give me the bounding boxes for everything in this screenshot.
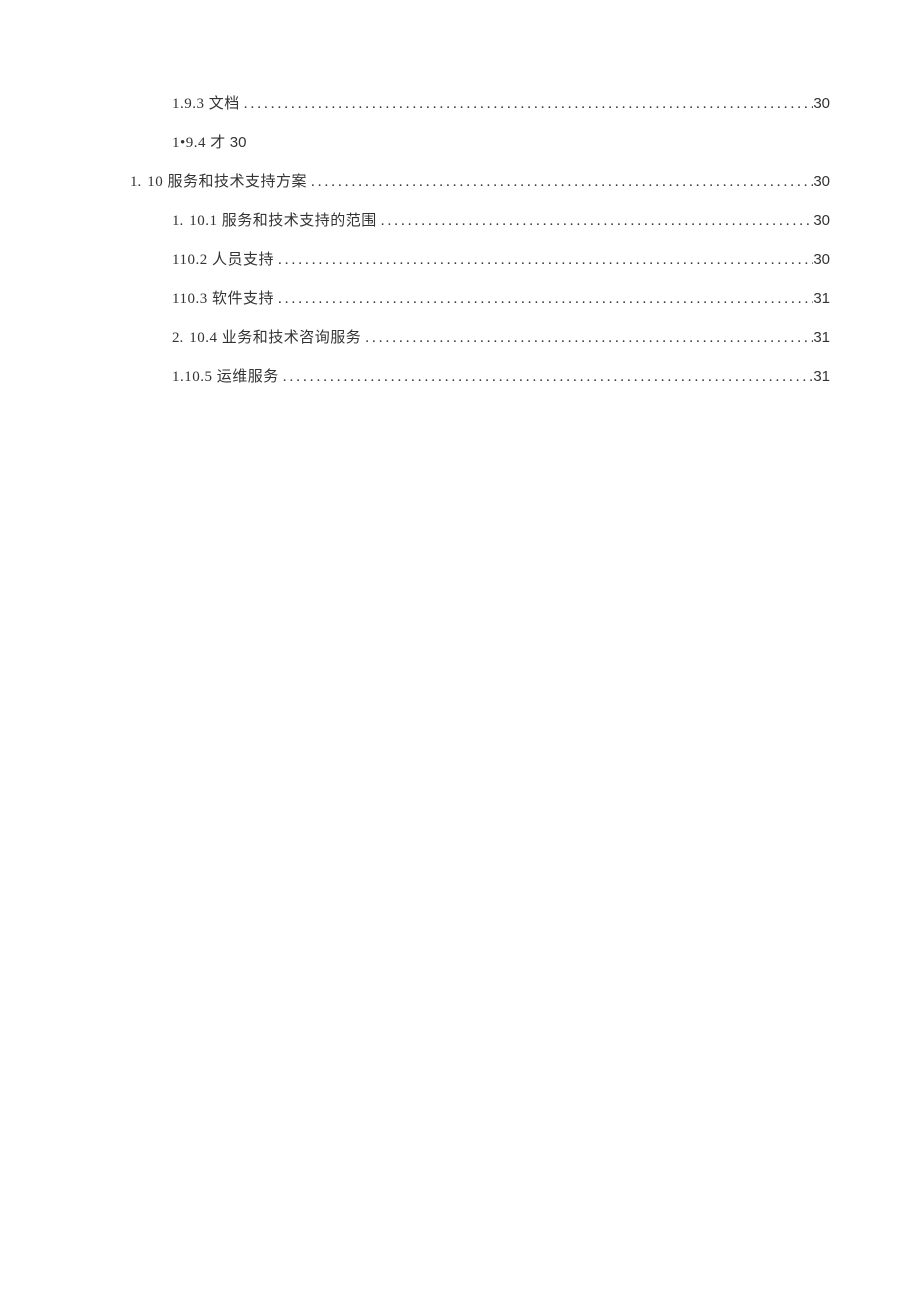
toc-page-number: 30	[813, 212, 830, 229]
toc-entry: 1.9.3 文档 30	[130, 92, 830, 113]
toc-leader-dots	[274, 291, 813, 308]
toc-marker: 1.	[172, 213, 183, 230]
toc-leader-dots	[361, 330, 813, 347]
toc-page-number: 30	[813, 95, 830, 112]
toc-entry: 2. 10.4 业务和技术咨询服务 31	[130, 326, 830, 347]
toc-entry: 1. 10.1 服务和技术支持的范围 30	[130, 209, 830, 230]
toc-page-number: 30	[230, 134, 247, 151]
toc-label: 1.9.3 文档	[172, 92, 240, 113]
toc-leader-dots	[377, 213, 814, 230]
toc-label: 10.1 服务和技术支持的范围	[189, 209, 377, 230]
toc-page-number: 30	[813, 173, 830, 190]
toc-label: 110.2 人员支持	[172, 248, 274, 269]
toc-page-number: 30	[813, 251, 830, 268]
toc-label: 10.4 业务和技术咨询服务	[189, 326, 361, 347]
toc-leader-dots	[279, 369, 814, 386]
document-page: 1.9.3 文档 30 1•9.4 才 30 1. 10 服务和技术支持方案 3…	[0, 0, 920, 386]
toc-entry: 1.10.5 运维服务 31	[130, 365, 830, 386]
toc-entry: 110.2 人员支持 30	[130, 248, 830, 269]
toc-marker: 2.	[172, 330, 183, 347]
toc-page-number: 31	[813, 368, 830, 385]
toc-label: 10 服务和技术支持方案	[147, 170, 307, 191]
toc-page-number: 31	[813, 290, 830, 307]
toc-page-number: 31	[813, 329, 830, 346]
toc-label: 1•9.4 才	[172, 131, 226, 152]
toc-leader-dots	[274, 252, 813, 269]
toc-entry: 110.3 软件支持 31	[130, 287, 830, 308]
toc-leader-dots	[307, 174, 813, 191]
toc-entry: 1•9.4 才 30	[130, 131, 830, 152]
toc-leader-dots	[240, 96, 814, 113]
toc-label: 1.10.5 运维服务	[172, 365, 279, 386]
toc-label: 110.3 软件支持	[172, 287, 274, 308]
toc-entry: 1. 10 服务和技术支持方案 30	[130, 170, 830, 191]
toc-marker: 1.	[130, 174, 141, 191]
